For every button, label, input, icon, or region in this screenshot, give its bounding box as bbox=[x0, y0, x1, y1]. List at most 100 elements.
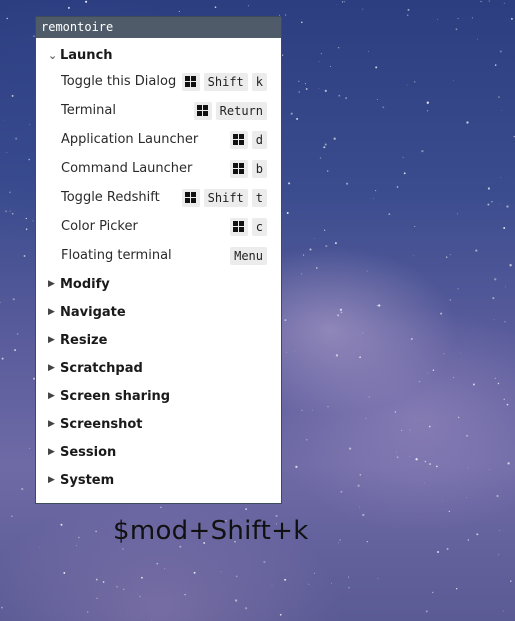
section-session[interactable]: ▶ Session bbox=[36, 438, 281, 466]
star bbox=[446, 547, 449, 550]
star bbox=[96, 597, 98, 599]
section-launch-label: Launch bbox=[60, 47, 113, 63]
star bbox=[29, 448, 30, 449]
star bbox=[298, 91, 300, 93]
star bbox=[466, 434, 469, 437]
star bbox=[318, 88, 320, 89]
star bbox=[509, 264, 512, 267]
star bbox=[448, 510, 450, 513]
section-resize[interactable]: ▶ Resize bbox=[36, 326, 281, 354]
star bbox=[501, 109, 503, 111]
star bbox=[137, 593, 138, 595]
keybinding-row[interactable]: Terminal Return bbox=[36, 96, 281, 125]
star bbox=[327, 406, 329, 408]
star bbox=[415, 458, 418, 461]
section-system[interactable]: ▶ System bbox=[36, 466, 281, 494]
star bbox=[366, 270, 368, 272]
star bbox=[319, 157, 322, 159]
star bbox=[457, 288, 459, 290]
keybinding-row[interactable]: Application Launcher d bbox=[36, 125, 281, 154]
star bbox=[16, 333, 19, 335]
keybinding-row[interactable]: Toggle Redshift Shift t bbox=[36, 183, 281, 212]
star bbox=[323, 146, 326, 149]
star bbox=[432, 369, 435, 371]
star bbox=[346, 182, 349, 185]
keybinding-label: Floating terminal bbox=[61, 248, 172, 263]
keybinding-row[interactable]: Command Launcher b bbox=[36, 154, 281, 183]
key-combo: d bbox=[229, 130, 267, 149]
star bbox=[456, 213, 459, 215]
star bbox=[491, 201, 493, 203]
collapsed-sections: ▶ Modify ▶ Navigate ▶ Resize ▶ Scratchpad ▶ Scree… bbox=[36, 270, 281, 494]
star bbox=[410, 337, 413, 341]
star bbox=[427, 372, 429, 374]
triangle-right-icon: ▶ bbox=[48, 419, 55, 429]
star bbox=[365, 418, 367, 419]
star bbox=[63, 571, 66, 574]
star bbox=[338, 542, 340, 544]
section-screen-sharing[interactable]: ▶ Screen sharing bbox=[36, 382, 281, 410]
star bbox=[11, 94, 14, 97]
window-titlebar[interactable]: remontoire bbox=[36, 17, 281, 38]
star bbox=[396, 186, 399, 188]
star bbox=[95, 530, 97, 533]
star bbox=[21, 487, 24, 491]
star bbox=[498, 554, 500, 556]
star bbox=[23, 255, 26, 257]
star bbox=[324, 229, 326, 231]
keybinding-row[interactable]: Color Picker c bbox=[36, 212, 281, 241]
key-combo: Shift t bbox=[181, 188, 267, 207]
section-navigate[interactable]: ▶ Navigate bbox=[36, 298, 281, 326]
star bbox=[67, 6, 70, 9]
star bbox=[296, 117, 299, 120]
star bbox=[337, 46, 340, 49]
star bbox=[374, 189, 377, 192]
windows-logo-icon bbox=[229, 130, 248, 149]
star bbox=[9, 210, 11, 212]
star bbox=[494, 278, 497, 281]
keybinding-row[interactable]: Toggle this Dialog Shift k bbox=[36, 67, 281, 96]
star bbox=[436, 550, 440, 554]
star bbox=[235, 599, 238, 602]
star bbox=[493, 319, 495, 320]
star bbox=[510, 580, 512, 582]
star bbox=[388, 213, 391, 215]
star bbox=[425, 610, 428, 613]
star bbox=[456, 588, 458, 590]
star bbox=[472, 383, 475, 386]
keybinding-row[interactable]: Floating terminal Menu bbox=[36, 241, 281, 270]
star bbox=[345, 97, 347, 99]
star bbox=[446, 256, 448, 258]
keybinding-label: Color Picker bbox=[61, 219, 138, 234]
section-screenshot[interactable]: ▶ Screenshot bbox=[36, 410, 281, 438]
star bbox=[471, 17, 474, 19]
star bbox=[467, 467, 469, 469]
key-cap: Shift bbox=[203, 188, 248, 207]
section-launch[interactable]: ⌄ Launch bbox=[36, 43, 281, 67]
star bbox=[357, 484, 360, 487]
star bbox=[336, 4, 338, 6]
star bbox=[311, 409, 313, 411]
star bbox=[247, 5, 249, 7]
star bbox=[9, 191, 11, 194]
section-modify[interactable]: ▶ Modify bbox=[36, 270, 281, 298]
section-label: System bbox=[60, 472, 115, 488]
star bbox=[123, 588, 125, 590]
star bbox=[330, 66, 332, 68]
star bbox=[424, 460, 427, 463]
section-scratchpad[interactable]: ▶ Scratchpad bbox=[36, 354, 281, 382]
star bbox=[14, 349, 17, 352]
star bbox=[335, 354, 339, 357]
star bbox=[421, 149, 424, 153]
star bbox=[156, 562, 159, 565]
star bbox=[401, 429, 403, 431]
key-cap: Shift bbox=[203, 72, 248, 91]
star bbox=[443, 353, 445, 355]
keybinding-overlay: $mod+Shift+k bbox=[113, 516, 309, 546]
star bbox=[325, 245, 328, 248]
star bbox=[503, 227, 506, 229]
star bbox=[139, 595, 141, 598]
star bbox=[11, 212, 14, 215]
keybinding-label: Application Launcher bbox=[61, 132, 199, 147]
star bbox=[305, 438, 308, 441]
